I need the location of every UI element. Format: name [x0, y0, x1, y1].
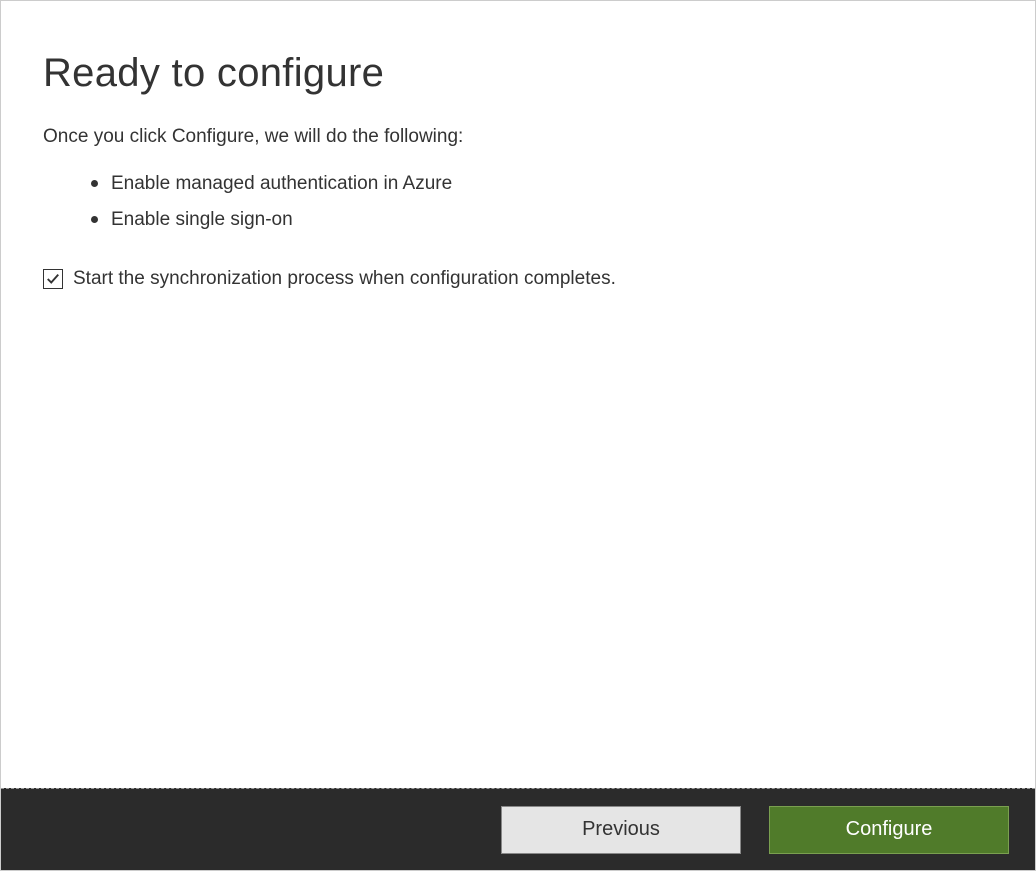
- start-sync-checkbox[interactable]: [43, 269, 63, 289]
- action-list: Enable managed authentication in Azure E…: [91, 166, 993, 238]
- configure-button[interactable]: Configure: [769, 806, 1009, 854]
- previous-button[interactable]: Previous: [501, 806, 741, 854]
- footer-bar: Previous Configure: [1, 788, 1035, 870]
- start-sync-label: Start the synchronization process when c…: [73, 268, 616, 290]
- check-icon: [46, 272, 60, 286]
- list-item: Enable managed authentication in Azure: [91, 166, 993, 202]
- main-content: Ready to configure Once you click Config…: [1, 1, 1035, 290]
- page-title: Ready to configure: [43, 51, 993, 96]
- start-sync-checkbox-row: Start the synchronization process when c…: [43, 268, 993, 290]
- intro-text: Once you click Configure, we will do the…: [43, 126, 993, 148]
- list-item: Enable single sign-on: [91, 202, 993, 238]
